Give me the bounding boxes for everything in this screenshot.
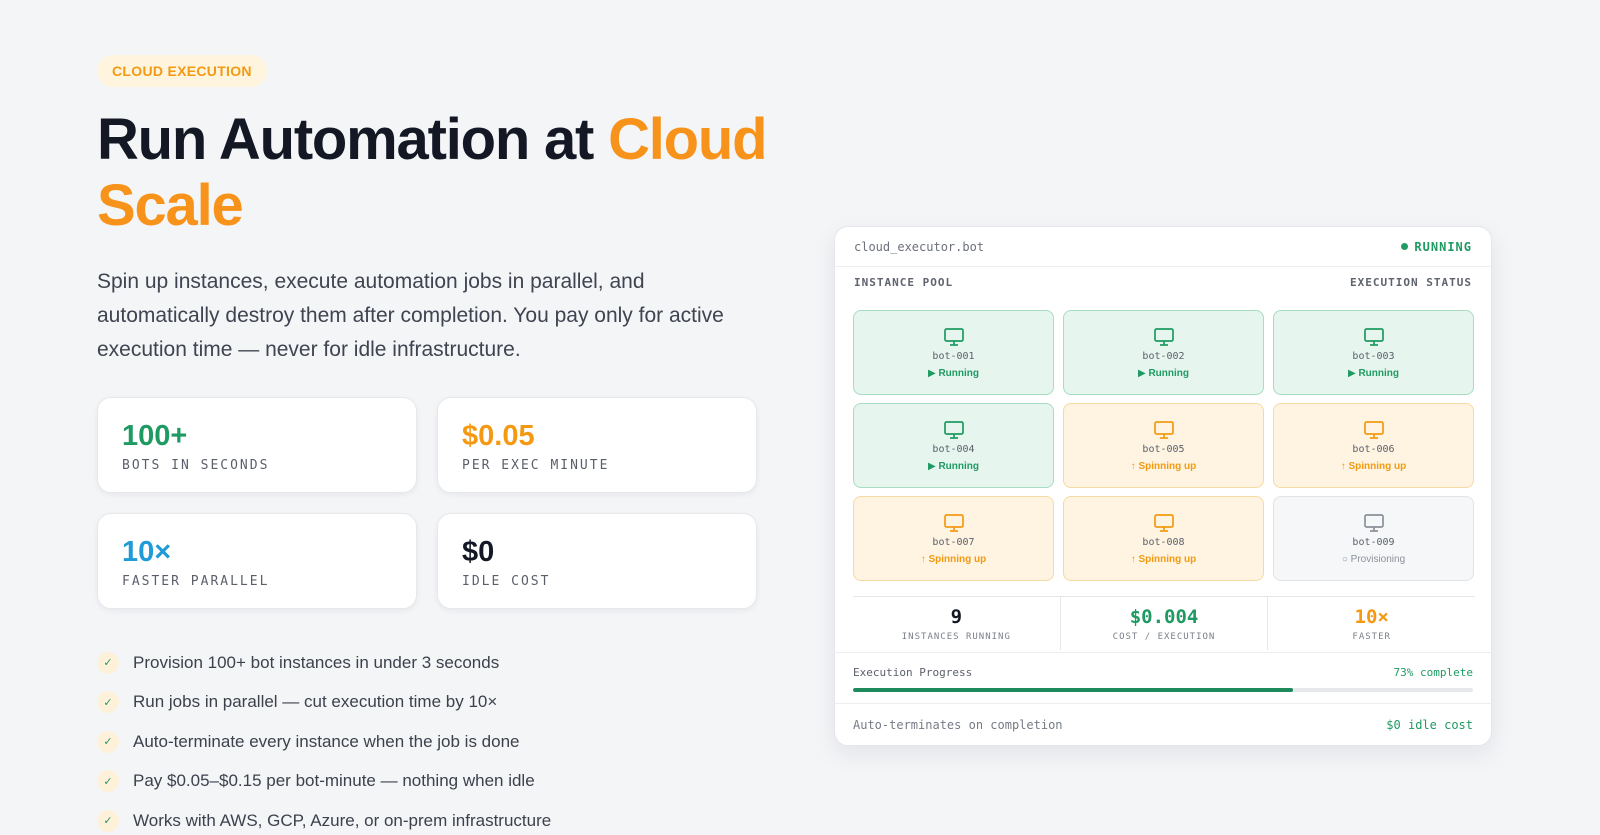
bot-state: ▶ Running [1137, 367, 1189, 379]
check-icon: ✓ [97, 651, 119, 674]
bot-state: ▶ Running [1347, 367, 1399, 379]
bot-name: bot-009 [1352, 536, 1395, 548]
monitor-icon [1363, 420, 1384, 439]
bot-state: ○ Provisioning [1341, 553, 1406, 565]
execution-progress: Execution Progress 73% complete [835, 652, 1491, 704]
stat-card: $0 IDLE COST [437, 513, 757, 609]
stat-value: 10× [122, 536, 172, 568]
stat-value: $0.05 [462, 420, 535, 452]
bot-name: bot-005 [1142, 443, 1185, 455]
feature-item: ✓ Works with AWS, GCP, Azure, or on-prem … [97, 801, 767, 835]
stat-card: $0.05 PER EXEC MINUTE [437, 397, 757, 493]
check-icon: ✓ [97, 691, 119, 714]
bot-state: ↑ Spinning up [920, 553, 987, 565]
bot-card: bot-001 ▶ Running [853, 310, 1054, 395]
metric-label: FASTER [1352, 631, 1391, 642]
stat-card: 100+ BOTS IN SECONDS [97, 397, 417, 493]
feature-item: ✓ Auto-terminate every instance when the … [97, 722, 767, 762]
bot-state: ↑ Spinning up [1130, 460, 1197, 472]
execution-status-label: EXECUTION STATUS [1350, 276, 1472, 289]
bot-state: ▶ Running [927, 367, 979, 379]
bot-name: bot-001 [932, 350, 975, 362]
metrics-row: 9 INSTANCES RUNNING $0.004 COST / EXECUT… [853, 596, 1475, 650]
monitor-icon [1153, 327, 1174, 346]
monitor-icon [943, 513, 964, 532]
bot-name: bot-008 [1142, 536, 1185, 548]
monitor-icon [1363, 513, 1384, 532]
section-badge: CLOUD EXECUTION [97, 55, 267, 87]
bot-card: bot-005 ↑ Spinning up [1063, 403, 1264, 488]
metric-cost: $0.004 COST / EXECUTION [1061, 597, 1269, 650]
footer-note: Auto-terminates on completion [853, 718, 1063, 732]
bot-state: ↑ Spinning up [1130, 553, 1197, 565]
panel-subheader: INSTANCE POOL EXECUTION STATUS [835, 267, 1491, 289]
stat-value: 100+ [122, 420, 188, 452]
feature-text: Provision 100+ bot instances in under 3 … [133, 652, 500, 672]
status-dot-icon [1401, 243, 1409, 250]
progress-percent: 73% complete [1393, 666, 1473, 679]
instance-pool-label: INSTANCE POOL [854, 276, 954, 289]
bot-card: bot-008 ↑ Spinning up [1063, 496, 1264, 581]
metric-speed: 10× FASTER [1268, 597, 1475, 650]
monitor-icon [1363, 327, 1384, 346]
feature-item: ✓ Provision 100+ bot instances in under 3… [97, 643, 767, 683]
status-text: RUNNING [1414, 239, 1472, 254]
progress-bar-fill [853, 688, 1294, 692]
status-badge: RUNNING [1401, 240, 1472, 254]
bot-state: ↑ Spinning up [1340, 460, 1407, 472]
monitor-icon [943, 327, 964, 346]
hero-section: CLOUD EXECUTION Run Automation at Cloud … [97, 55, 768, 835]
bot-state: ▶ Running [927, 460, 979, 472]
instance-grid: bot-001 ▶ Running bot-002 ▶ Running bot-003 ▶… [853, 310, 1474, 581]
progress-bar [853, 688, 1473, 692]
check-icon: ✓ [97, 730, 119, 753]
feature-item: ✓ Pay $0.05–$0.15 per bot-minute — nothin… [97, 762, 767, 802]
feature-list: ✓ Provision 100+ bot instances in under 3… [97, 643, 767, 835]
check-icon: ✓ [97, 809, 119, 832]
bot-name: bot-006 [1352, 443, 1395, 455]
stat-label: IDLE COST [462, 574, 551, 589]
hero-description: Spin up instances, execute automation jo… [97, 270, 724, 361]
panel-footer: Auto-terminates on completion $0 idle co… [835, 704, 1491, 745]
metric-value: 10× [1354, 605, 1389, 628]
stat-card: 10× FASTER PARALLEL [97, 513, 417, 609]
title-lead: Run Automation at [97, 107, 609, 172]
feature-text: Pay $0.05–$0.15 per bot-minute — nothing… [133, 771, 535, 791]
idle-cost-note: $0 idle cost [1386, 718, 1473, 732]
bot-card: bot-007 ↑ Spinning up [853, 496, 1054, 581]
feature-text: Auto-terminate every instance when the j… [133, 731, 520, 751]
metric-label: COST / EXECUTION [1112, 631, 1216, 642]
bot-name: bot-007 [932, 536, 975, 548]
stat-label: BOTS IN SECONDS [122, 458, 270, 473]
bot-name: bot-004 [932, 443, 975, 455]
monitor-icon [943, 420, 964, 439]
panel-header: cloud_executor.bot RUNNING [835, 227, 1491, 267]
stat-value: $0 [462, 536, 495, 568]
monitor-icon [1153, 513, 1174, 532]
bot-card: bot-003 ▶ Running [1273, 310, 1474, 395]
progress-label: Execution Progress [853, 666, 973, 679]
bot-name: bot-002 [1142, 350, 1185, 362]
executor-panel: cloud_executor.bot RUNNING INSTANCE POOL… [834, 226, 1492, 746]
panel-filename: cloud_executor.bot [854, 239, 985, 254]
stats-grid: 100+ BOTS IN SECONDS $0.05 PER EXEC MINU… [97, 397, 767, 609]
monitor-icon [1153, 420, 1174, 439]
page-title: Run Automation at Cloud Scale [97, 107, 768, 239]
check-icon: ✓ [97, 770, 119, 793]
metric-label: INSTANCES RUNNING [901, 631, 1011, 642]
bot-card: bot-004 ▶ Running [853, 403, 1054, 488]
bot-name: bot-003 [1352, 350, 1395, 362]
bot-card: bot-009 ○ Provisioning [1273, 496, 1474, 581]
metric-instances: 9 INSTANCES RUNNING [853, 597, 1061, 650]
bot-card: bot-006 ↑ Spinning up [1273, 403, 1474, 488]
metric-value: 9 [950, 605, 963, 628]
metric-value: $0.004 [1129, 605, 1199, 628]
feature-text: Works with AWS, GCP, Azure, or on-prem i… [133, 810, 552, 830]
feature-item: ✓ Run jobs in parallel — cut execution ti… [97, 683, 767, 723]
feature-text: Run jobs in parallel — cut execution tim… [133, 692, 498, 712]
bot-card: bot-002 ▶ Running [1063, 310, 1264, 395]
stat-label: PER EXEC MINUTE [462, 458, 610, 473]
stat-label: FASTER PARALLEL [122, 574, 270, 589]
